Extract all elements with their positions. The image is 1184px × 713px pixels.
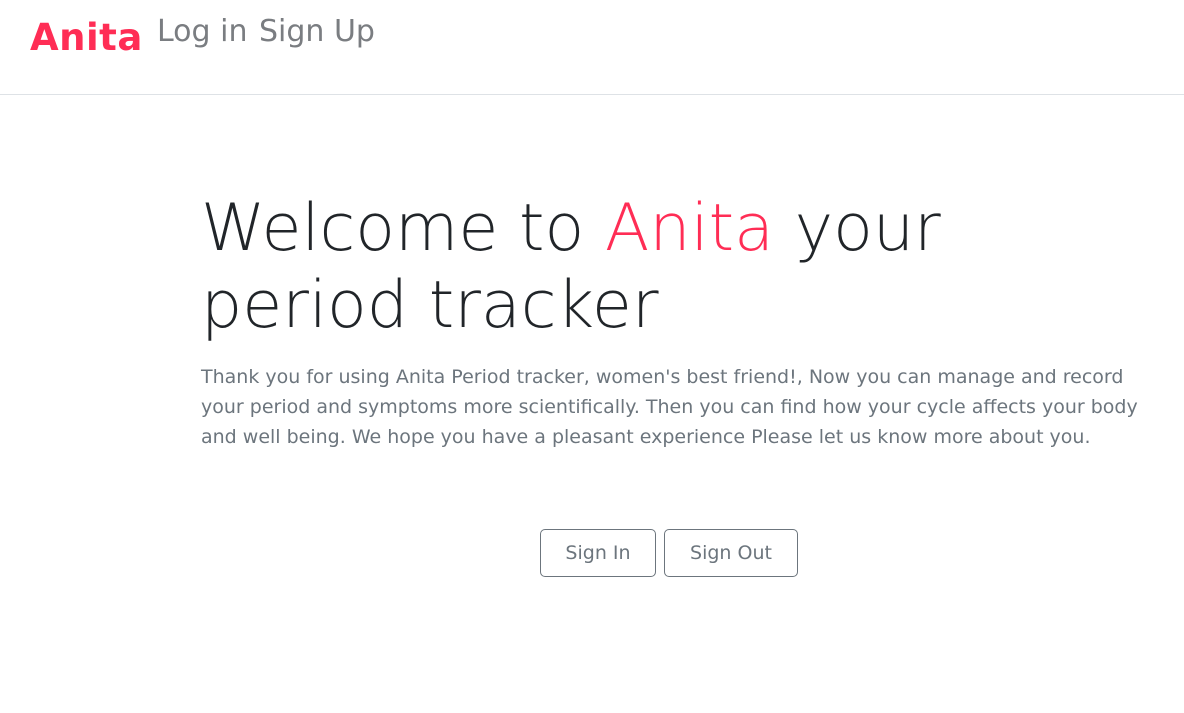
page-title: Welcome to Anita your period tracker [201,190,1101,344]
top-navbar: Anita Log in Sign Up [0,0,1184,95]
sign-in-button[interactable]: Sign In [540,529,656,577]
title-prefix: Welcome to [201,191,605,266]
title-accent: Anita [604,191,774,266]
welcome-description: Thank you for using Anita Period tracker… [201,366,1138,448]
nav-login-link[interactable]: Log in [157,14,247,49]
brand-logo[interactable]: Anita [30,16,143,59]
nav-signup-link[interactable]: Sign Up [259,14,375,49]
sign-out-button[interactable]: Sign Out [664,529,798,577]
